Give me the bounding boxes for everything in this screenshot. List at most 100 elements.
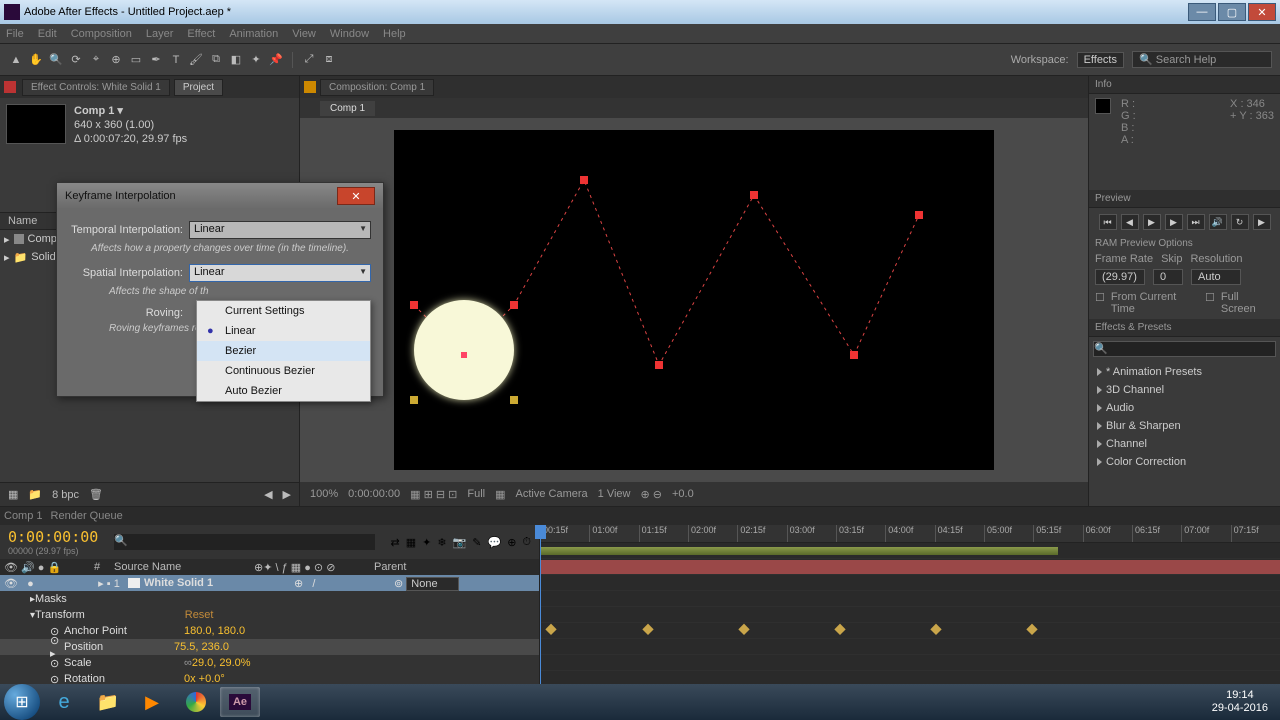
aftereffects-taskbar-icon[interactable]: Ae	[220, 687, 260, 717]
framerate-dropdown[interactable]: (29.97)	[1095, 269, 1145, 285]
zoom-tool-icon[interactable]: 🔍	[48, 52, 64, 68]
anchor-point-row[interactable]: ⊙Anchor Point180.0, 180.0	[0, 623, 539, 639]
parent-dropdown[interactable]: None	[406, 577, 458, 591]
menu-edit[interactable]: Edit	[38, 28, 57, 40]
axis-icon[interactable]: ⤢	[301, 52, 317, 68]
scale-row[interactable]: ⊙Scale∞ 29.0, 29.0%	[0, 655, 539, 671]
close-button[interactable]: ✕	[1248, 3, 1276, 21]
handle-icon[interactable]	[510, 396, 518, 404]
keyframe-vertex[interactable]	[850, 351, 858, 359]
position-track[interactable]	[540, 623, 1280, 639]
timeline-tracks[interactable]: 00:15f01:00f01:15f02:00f02:15f03:00f03:1…	[540, 525, 1280, 706]
current-timecode[interactable]: 0:00:00:00	[8, 528, 98, 546]
preset-animation[interactable]: * Animation Presets	[1089, 363, 1280, 381]
zoom-dropdown[interactable]: 100%	[310, 488, 338, 500]
layer-row[interactable]: 👁 ● ▸ ▪ 1 White Solid 1 ⊕ / ⊚ None	[0, 575, 539, 591]
pen-tool-icon[interactable]: ✒	[148, 52, 164, 68]
option-auto-bezier[interactable]: Auto Bezier	[197, 381, 370, 401]
layer-bar[interactable]	[540, 560, 1280, 574]
bpc-button[interactable]: 8 bpc	[52, 489, 79, 501]
tl-tool-icon[interactable]: ⏱	[522, 536, 531, 549]
option-continuous-bezier[interactable]: Continuous Bezier	[197, 361, 370, 381]
puppet-tool-icon[interactable]: 📌	[268, 52, 284, 68]
tl-tool-icon[interactable]: ⊕	[507, 536, 516, 549]
last-frame-button[interactable]: ⏭	[1187, 214, 1205, 230]
workspace-dropdown[interactable]: Effects	[1077, 52, 1124, 68]
audio-button[interactable]: 🔊	[1209, 214, 1227, 230]
explorer-icon[interactable]: 📁	[88, 687, 128, 717]
keyframe-vertex[interactable]	[580, 176, 588, 184]
workarea-bar[interactable]	[540, 547, 1058, 555]
prev-frame-button[interactable]: ◀	[1121, 214, 1139, 230]
loop-button[interactable]: ↻	[1231, 214, 1249, 230]
preset-3d[interactable]: 3D Channel	[1089, 381, 1280, 399]
tl-tool-icon[interactable]: ❄	[437, 536, 446, 549]
next-frame-button[interactable]: ▶	[1165, 214, 1183, 230]
start-button[interactable]: ⊞	[4, 684, 40, 720]
roto-tool-icon[interactable]: ✦	[248, 52, 264, 68]
text-tool-icon[interactable]: T	[168, 52, 184, 68]
spatial-dropdown[interactable]: Linear	[189, 264, 371, 282]
timecode-display[interactable]: 0:00:00:00	[348, 488, 400, 500]
tl-tool-icon[interactable]: 📷	[453, 536, 467, 549]
option-current[interactable]: Current Settings	[197, 301, 370, 321]
menu-composition[interactable]: Composition	[71, 28, 132, 40]
option-bezier[interactable]: Bezier	[197, 341, 370, 361]
rotate-tool-icon[interactable]: ⟳	[68, 52, 84, 68]
effects-panel-title[interactable]: Effects & Presets	[1089, 319, 1280, 337]
pan-behind-tool-icon[interactable]: ⊕	[108, 52, 124, 68]
scroll-right-icon[interactable]: ▶	[283, 488, 291, 501]
scroll-left-icon[interactable]: ◀	[264, 488, 272, 501]
keyframe-icon[interactable]	[1027, 624, 1038, 635]
keyframe-vertex[interactable]	[750, 191, 758, 199]
hand-tool-icon[interactable]: ✋	[28, 52, 44, 68]
viewer[interactable]	[300, 118, 1088, 482]
keyframe-vertex[interactable]	[510, 301, 518, 309]
preset-channel[interactable]: Channel	[1089, 435, 1280, 453]
tl-tool-icon[interactable]: ▦	[406, 536, 416, 549]
menu-help[interactable]: Help	[383, 28, 406, 40]
selection-tool-icon[interactable]: ▲	[8, 52, 24, 68]
dialog-close-button[interactable]: ✕	[337, 187, 375, 205]
menu-effect[interactable]: Effect	[187, 28, 215, 40]
menu-view[interactable]: View	[292, 28, 316, 40]
comp-subtab[interactable]: Comp 1	[320, 101, 375, 116]
exposure-value[interactable]: +0.0	[672, 488, 694, 500]
transform-row[interactable]: ▾ TransformReset	[0, 607, 539, 623]
keyframe-icon[interactable]	[546, 624, 557, 635]
keyframe-icon[interactable]	[738, 624, 749, 635]
handle-icon[interactable]	[410, 396, 418, 404]
menu-layer[interactable]: Layer	[146, 28, 174, 40]
ie-icon[interactable]: e	[44, 687, 84, 717]
option-linear[interactable]: Linear	[197, 321, 370, 341]
eraser-tool-icon[interactable]: ◧	[228, 52, 244, 68]
play-button[interactable]: ▶	[1143, 214, 1161, 230]
interpret-icon[interactable]: ▦	[8, 488, 18, 501]
tl-tool-icon[interactable]: 💬	[487, 536, 501, 549]
preview-panel-title[interactable]: Preview	[1089, 190, 1280, 208]
keyframe-icon[interactable]	[931, 624, 942, 635]
project-tab[interactable]: Project	[174, 79, 223, 96]
timeline-tab-comp[interactable]: Comp 1	[4, 510, 43, 522]
preset-color[interactable]: Color Correction	[1089, 453, 1280, 471]
clone-tool-icon[interactable]: ⧉	[208, 52, 224, 68]
keyframe-vertex[interactable]	[915, 211, 923, 219]
minimize-button[interactable]: —	[1188, 3, 1216, 21]
position-row[interactable]: ⊙ ▸Position75.5, 236.0	[0, 639, 539, 655]
menu-file[interactable]: File	[6, 28, 24, 40]
system-clock[interactable]: 19:14 29-04-2016	[1212, 689, 1276, 715]
keyframe-vertex[interactable]	[410, 301, 418, 309]
brush-tool-icon[interactable]: 🖌	[188, 52, 204, 68]
solid-layer[interactable]	[414, 300, 514, 400]
maximize-button[interactable]: ▢	[1218, 3, 1246, 21]
preset-audio[interactable]: Audio	[1089, 399, 1280, 417]
tl-tool-icon[interactable]: ✦	[422, 536, 431, 549]
resolution-dropdown[interactable]: Auto	[1191, 269, 1241, 285]
info-panel-title[interactable]: Info	[1089, 76, 1280, 94]
snap-icon[interactable]: ⧈	[321, 52, 337, 68]
playhead[interactable]	[540, 525, 541, 706]
keyframe-icon[interactable]	[834, 624, 845, 635]
effect-controls-tab[interactable]: Effect Controls: White Solid 1	[22, 79, 170, 96]
time-ruler[interactable]: 00:15f01:00f01:15f02:00f02:15f03:00f03:1…	[540, 525, 1280, 543]
temporal-dropdown[interactable]: Linear	[189, 221, 371, 239]
